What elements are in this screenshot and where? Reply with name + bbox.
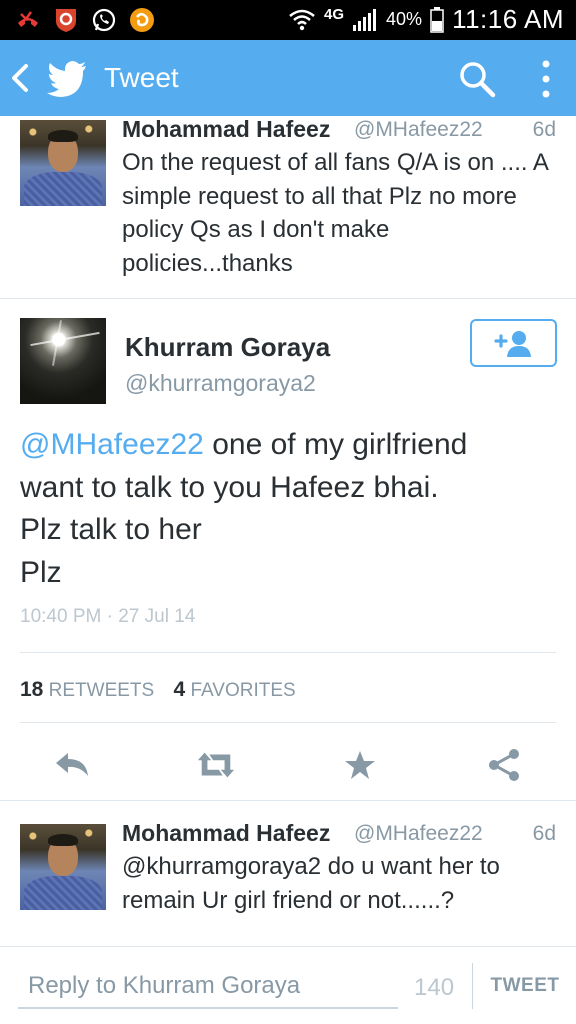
share-button[interactable]	[484, 748, 524, 782]
tweet-text: @MHafeez22 one of my girlfriend want to …	[20, 424, 560, 594]
tweet-age: 6d	[532, 118, 556, 141]
tweet-text-line: one of my girlfriend	[203, 428, 468, 461]
add-user-icon	[494, 331, 531, 357]
author-name[interactable]: Khurram Goraya	[125, 332, 330, 363]
back-arrow-icon[interactable]	[10, 60, 30, 96]
reply-button[interactable]	[52, 748, 92, 782]
reply-input[interactable]	[18, 965, 398, 1009]
wifi-icon	[289, 9, 315, 30]
tweet-timestamp: 10:40 PM · 27 Jul 14	[20, 606, 196, 627]
tweet-text-line: Plz	[20, 555, 62, 589]
retweet-button[interactable]	[196, 748, 236, 782]
author-name[interactable]: Mohammad Hafeez	[122, 116, 330, 143]
reply-composer: 140 TWEET	[0, 946, 576, 1024]
search-icon[interactable]	[458, 60, 496, 98]
avatar[interactable]	[20, 824, 106, 910]
mention-link[interactable]: @MHafeez22	[20, 428, 204, 461]
author-name[interactable]: Mohammad Hafeez	[122, 820, 330, 847]
twitter-bird-icon[interactable]	[46, 58, 88, 98]
character-count: 140	[414, 974, 455, 1001]
divider	[20, 652, 556, 653]
favorite-button[interactable]	[340, 748, 380, 782]
retweet-stat[interactable]: 18 RETWEETS	[20, 678, 155, 701]
retweet-icon	[197, 752, 235, 778]
tweet-stats: 18 RETWEETS 4 FAVORITES	[20, 678, 296, 702]
star-icon	[345, 751, 375, 779]
tweet-text: @khurramgoraya2 do u want her to remain …	[122, 853, 500, 914]
follow-button[interactable]	[470, 319, 557, 367]
uc-browser-icon	[128, 6, 156, 34]
retweets-label: RETWEETS	[48, 680, 155, 701]
shield-app-icon	[52, 6, 80, 34]
battery-icon	[430, 6, 444, 33]
divider	[0, 298, 576, 299]
avatar[interactable]	[20, 318, 106, 404]
favorite-stat[interactable]: 4 FAVORITES	[173, 678, 296, 701]
network-type: 4G	[324, 6, 345, 23]
page-title: Tweet	[104, 62, 179, 93]
divider	[472, 963, 473, 1009]
notification-icons	[14, 6, 156, 34]
signal-icon	[353, 8, 377, 31]
tweet-text: On the request of all fans Q/A is on ...…	[122, 149, 548, 277]
reply-icon	[56, 753, 88, 776]
app-bar: Tweet	[0, 40, 576, 116]
clock: 11:16 AM	[452, 4, 564, 34]
missed-call-icon	[14, 6, 42, 34]
tweet-text-line: want to talk to you Hafeez bhai.	[20, 470, 439, 504]
status-bar: 4G 40% 11:16 AM	[0, 0, 576, 40]
tweet-button[interactable]: TWEET	[480, 965, 570, 1007]
tweet-text-line: Plz talk to her	[20, 513, 202, 546]
retweets-count: 18	[20, 678, 44, 701]
favorites-count: 4	[173, 678, 186, 701]
tweet-actions	[0, 740, 576, 790]
share-icon	[489, 749, 519, 781]
divider	[20, 722, 556, 723]
system-status: 4G 40% 11:16 AM	[288, 4, 564, 35]
author-handle[interactable]: @MHafeez22	[354, 822, 483, 846]
favorites-label: FAVORITES	[190, 680, 296, 701]
author-handle[interactable]: @khurramgoraya2	[125, 370, 316, 397]
reply-tweet[interactable]: Mohammad Hafeez @MHafeez22 6d @khurramgo…	[0, 820, 576, 940]
avatar[interactable]	[20, 120, 106, 206]
tweet-age: 6d	[532, 822, 556, 845]
whatsapp-icon	[90, 6, 118, 34]
parent-tweet[interactable]: Mohammad Hafeez @MHafeez22 6d On the req…	[0, 116, 576, 300]
divider	[0, 800, 576, 801]
battery-percent: 40%	[386, 9, 423, 29]
overflow-menu-icon[interactable]	[534, 58, 558, 100]
author-handle[interactable]: @MHafeez22	[354, 118, 483, 142]
